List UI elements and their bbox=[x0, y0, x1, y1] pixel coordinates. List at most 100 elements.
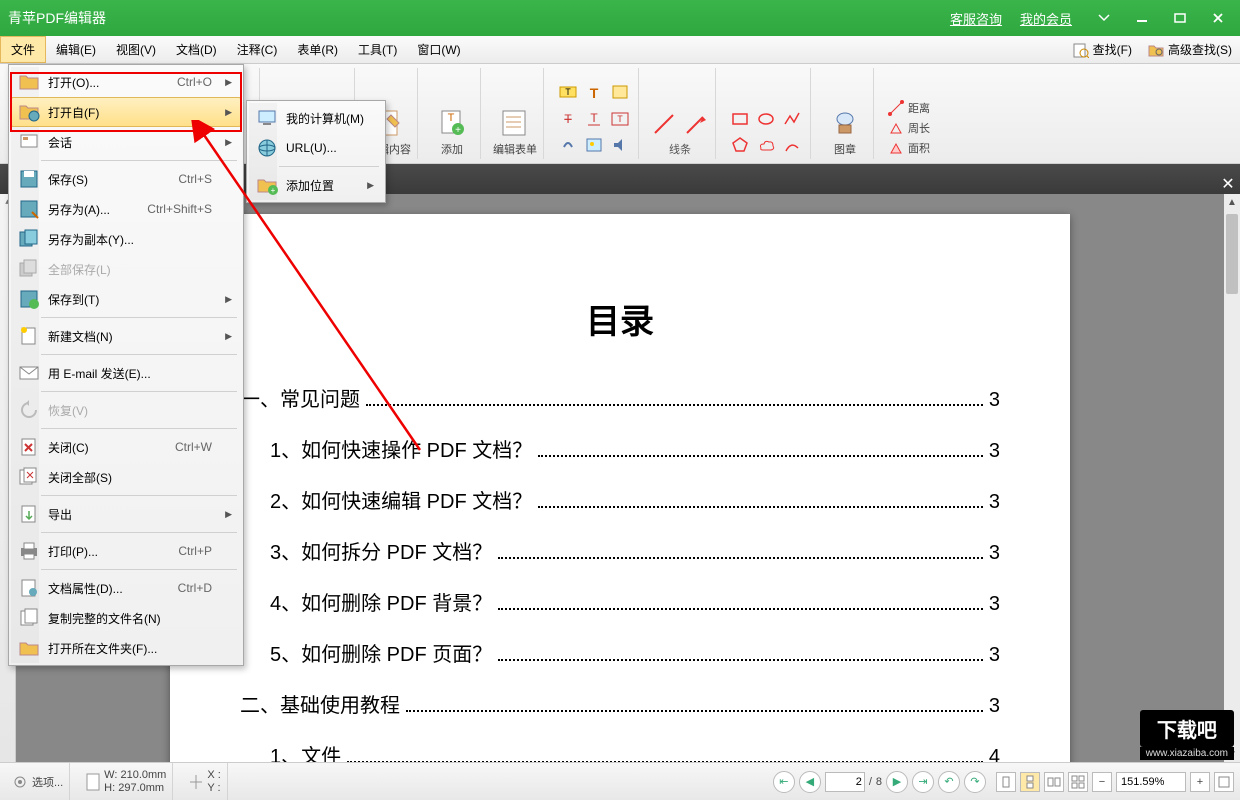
nav-fwd-button[interactable]: ↷ bbox=[964, 771, 986, 793]
stamp-button[interactable]: 图章 bbox=[823, 107, 867, 157]
textbox-button[interactable]: T bbox=[608, 107, 632, 131]
layout-facing-cont-button[interactable] bbox=[1068, 772, 1088, 792]
edit-form-button[interactable]: 编辑表单 bbox=[493, 107, 537, 157]
area-button[interactable]: 面积 bbox=[886, 139, 932, 157]
layout-single-button[interactable] bbox=[996, 772, 1016, 792]
minimize-button[interactable] bbox=[1128, 6, 1156, 30]
menu-document[interactable]: 文档(D) bbox=[166, 36, 227, 63]
link-member[interactable]: 我的会员 bbox=[1020, 9, 1072, 28]
sound-button[interactable] bbox=[608, 133, 632, 157]
file-menu-item[interactable]: 打开自(F)▶ bbox=[11, 97, 241, 127]
svg-text:T: T bbox=[590, 111, 598, 125]
file-menu-item[interactable]: 打开(O)...Ctrl+O▶ bbox=[11, 67, 241, 97]
file-menu-item[interactable]: 保存(S)Ctrl+S bbox=[11, 164, 241, 194]
nav-back-button[interactable]: ↶ bbox=[938, 771, 960, 793]
perimeter-button[interactable]: 周长 bbox=[886, 119, 932, 137]
submenu-item[interactable]: URL(U)... bbox=[249, 133, 383, 163]
saveall-icon bbox=[18, 258, 40, 280]
menu-tools[interactable]: 工具(T) bbox=[348, 36, 407, 63]
menu-view[interactable]: 视图(V) bbox=[106, 36, 166, 63]
file-menu-item[interactable]: 关闭(C)Ctrl+W bbox=[11, 432, 241, 462]
page-input[interactable] bbox=[825, 772, 865, 792]
export-icon bbox=[18, 503, 40, 525]
zoom-out-status-button[interactable]: − bbox=[1092, 772, 1112, 792]
openfolder-icon bbox=[18, 637, 40, 659]
rect-button[interactable] bbox=[728, 107, 752, 131]
find-button[interactable]: 查找(F) bbox=[1065, 36, 1140, 63]
file-menu-item[interactable]: 打印(P)...Ctrl+P bbox=[11, 536, 241, 566]
menu-window[interactable]: 窗口(W) bbox=[407, 36, 470, 63]
layout-facing-button[interactable] bbox=[1044, 772, 1064, 792]
add-button[interactable]: T+ 添加 bbox=[430, 107, 474, 157]
menu-comment[interactable]: 注释(C) bbox=[227, 36, 288, 63]
sticky-note-button[interactable] bbox=[608, 81, 632, 105]
file-menu-item[interactable]: 会话▶ bbox=[11, 127, 241, 157]
vertical-scrollbar[interactable]: ▲ ▼ bbox=[1224, 194, 1240, 762]
folder-icon bbox=[18, 71, 40, 93]
link-support[interactable]: 客服咨询 bbox=[950, 9, 1002, 28]
zoom-in-status-button[interactable]: + bbox=[1190, 772, 1210, 792]
menu-edit[interactable]: 编辑(E) bbox=[46, 36, 106, 63]
line-icon[interactable] bbox=[651, 111, 677, 137]
strikethrough-button[interactable]: T bbox=[556, 107, 580, 131]
prev-page-button[interactable]: ◀ bbox=[799, 771, 821, 793]
pencil-button[interactable] bbox=[780, 133, 804, 157]
next-page-button[interactable]: ▶ bbox=[886, 771, 908, 793]
submenu-item[interactable]: +添加位置▶ bbox=[249, 170, 383, 200]
file-menu-item[interactable]: 另存为(A)...Ctrl+Shift+S bbox=[11, 194, 241, 224]
toc-line: 3、如何拆分 PDF 文档？3 bbox=[270, 536, 1000, 565]
close-tabs-button[interactable]: ✕ bbox=[1216, 174, 1240, 194]
svg-text:T: T bbox=[590, 85, 599, 101]
file-menu-item[interactable]: 恢复(V) bbox=[11, 395, 241, 425]
file-menu-item[interactable]: 打开所在文件夹(F)... bbox=[11, 633, 241, 663]
attach-button[interactable] bbox=[556, 133, 580, 157]
layout-continuous-button[interactable] bbox=[1020, 772, 1040, 792]
gear-icon bbox=[12, 774, 28, 790]
highlight-button[interactable]: T bbox=[556, 81, 580, 105]
last-page-button[interactable]: ⇥ bbox=[912, 771, 934, 793]
stamp-icon bbox=[829, 107, 861, 139]
maximize-button[interactable] bbox=[1166, 6, 1194, 30]
menu-file[interactable]: 文件 bbox=[0, 36, 46, 63]
file-menu-item[interactable]: 另存为副本(Y)... bbox=[11, 224, 241, 254]
zoom-status-input[interactable] bbox=[1116, 772, 1186, 792]
toc-line: 2、如何快速编辑 PDF 文档？3 bbox=[270, 485, 1000, 514]
image-button[interactable] bbox=[582, 133, 606, 157]
file-menu-item[interactable]: 用 E-mail 发送(E)... bbox=[11, 358, 241, 388]
underline-button[interactable]: T bbox=[582, 107, 606, 131]
distance-icon bbox=[888, 100, 904, 116]
first-page-button[interactable]: ⇤ bbox=[773, 771, 795, 793]
text-icon: T bbox=[584, 83, 604, 103]
copyname-icon bbox=[18, 607, 40, 629]
close-button[interactable] bbox=[1204, 6, 1232, 30]
file-menu-item[interactable]: 全部保存(L) bbox=[11, 254, 241, 284]
svg-text:+: + bbox=[455, 125, 461, 136]
menu-form[interactable]: 表单(R) bbox=[287, 36, 348, 63]
scrollbar-thumb[interactable] bbox=[1226, 214, 1238, 294]
globe-icon bbox=[256, 137, 278, 159]
polyline-button[interactable] bbox=[780, 107, 804, 131]
fullscreen-button[interactable] bbox=[1214, 772, 1234, 792]
file-menu-item[interactable]: 保存到(T)▶ bbox=[11, 284, 241, 314]
file-menu-item[interactable]: 文档属性(D)...Ctrl+D bbox=[11, 573, 241, 603]
scroll-up-icon[interactable]: ▲ bbox=[1224, 194, 1240, 210]
text-button[interactable]: T bbox=[582, 81, 606, 105]
ellipse-button[interactable] bbox=[754, 107, 778, 131]
pdf-page: 目录 一、常见问题31、如何快速操作 PDF 文档？32、如何快速编辑 PDF … bbox=[170, 214, 1070, 762]
file-menu-item[interactable]: 复制完整的文件名(N) bbox=[11, 603, 241, 633]
toc-line: 4、如何删除 PDF 背景？3 bbox=[270, 587, 1000, 616]
dropdown-icon[interactable] bbox=[1090, 6, 1118, 30]
options-button[interactable]: 选项... bbox=[6, 763, 70, 800]
note-icon bbox=[610, 83, 630, 103]
doc-heading: 目录 bbox=[240, 294, 1000, 343]
advanced-find-button[interactable]: 高级查找(S) bbox=[1140, 36, 1240, 63]
file-menu-item[interactable]: 导出▶ bbox=[11, 499, 241, 529]
open-from-submenu: 我的计算机(M)URL(U)... +添加位置▶ bbox=[246, 100, 386, 203]
cloud-button[interactable] bbox=[754, 133, 778, 157]
file-menu-item[interactable]: 关闭全部(S) bbox=[11, 462, 241, 492]
file-menu-item[interactable]: 新建文档(N)▶ bbox=[11, 321, 241, 351]
arrow-icon[interactable] bbox=[683, 111, 709, 137]
submenu-item[interactable]: 我的计算机(M) bbox=[249, 103, 383, 133]
polygon-button[interactable] bbox=[728, 133, 752, 157]
distance-button[interactable]: 距离 bbox=[886, 99, 932, 117]
